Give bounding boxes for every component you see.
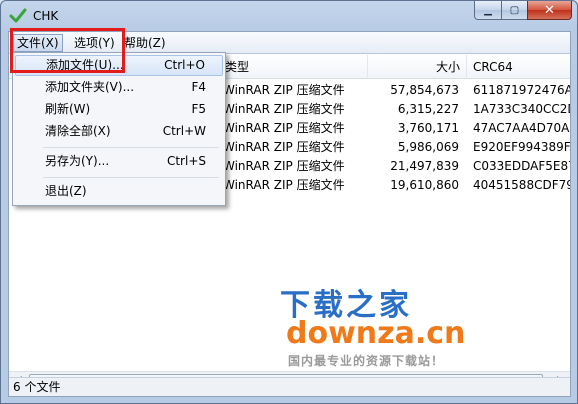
row-size: 6,315,227 [397, 102, 459, 116]
row-type: WinRAR ZIP 压缩文件 [223, 178, 345, 192]
window-controls: ▁ ▢ ✕ [474, 1, 572, 21]
close-button[interactable]: ✕ [527, 1, 572, 20]
red-highlight-box [10, 28, 125, 73]
column-size-label: 大小 [435, 60, 460, 74]
green-check-icon [9, 8, 27, 23]
close-icon: ✕ [544, 2, 555, 18]
menu-item-add-folder[interactable]: 添加文件夹(V)... F4 [15, 77, 223, 98]
menu-item-refresh[interactable]: 刷新(W) F5 [15, 99, 223, 120]
menu-item-shortcut: Ctrl+O [164, 58, 205, 72]
column-size[interactable]: 大小 [367, 55, 467, 79]
row-crc: 1A733C340CC2D6 [473, 102, 570, 116]
row-size: 19,610,860 [390, 178, 459, 192]
menu-item-exit[interactable]: 退出(Z) [15, 181, 223, 202]
title-bar[interactable]: CHK ▁ ▢ ✕ [1, 1, 577, 31]
row-size: 3,760,171 [397, 121, 459, 135]
row-crc: C033EDDAF5E877 [473, 159, 570, 173]
row-type: WinRAR ZIP 压缩文件 [223, 121, 345, 135]
menu-item-shortcut: Ctrl+W [162, 124, 206, 138]
row-size: 57,854,673 [390, 83, 459, 97]
menu-separator [43, 147, 219, 148]
row-type: WinRAR ZIP 压缩文件 [223, 83, 345, 97]
menu-item-clear-all[interactable]: 清除全部(X) Ctrl+W [15, 121, 223, 142]
window-title: CHK [33, 9, 59, 23]
minimize-button[interactable]: ▁ [474, 1, 501, 20]
maximize-icon: ▢ [509, 4, 520, 16]
watermark-domain: downza.cn [286, 316, 466, 351]
minimize-icon: ▁ [484, 4, 492, 16]
menu-item-shortcut: F5 [191, 102, 206, 116]
row-type: WinRAR ZIP 压缩文件 [223, 140, 345, 154]
row-crc: 40451588CDF79EF [473, 178, 570, 192]
row-type: WinRAR ZIP 压缩文件 [223, 102, 345, 116]
menu-item-label: 刷新(W) [45, 102, 91, 116]
menu-help[interactable]: 帮助(Z) [121, 34, 169, 52]
menu-item-shortcut: F4 [191, 80, 206, 94]
menu-item-shortcut: Ctrl+S [166, 154, 206, 168]
menu-item-label: 添加文件夹(V)... [45, 80, 135, 94]
menu-item-label: 退出(Z) [45, 184, 87, 198]
status-bar: 6 个文件 [9, 377, 570, 396]
menu-item-label: 清除全部(X) [45, 124, 111, 138]
row-size: 21,497,839 [390, 159, 459, 173]
column-crc-label: CRC64 [473, 60, 513, 74]
row-size: 5,986,069 [397, 140, 459, 154]
column-type-label: 类型 [225, 60, 250, 74]
row-type: WinRAR ZIP 压缩文件 [223, 159, 345, 173]
file-menu-dropdown: 添加文件(U)... Ctrl+O 添加文件夹(V)... F4 刷新(W) F… [12, 52, 226, 206]
menu-item-label: 另存为(Y)... [45, 154, 110, 168]
menu-item-save-as[interactable]: 另存为(Y)... Ctrl+S [15, 151, 223, 172]
row-crc: 611871972476A677 [473, 83, 570, 97]
status-text: 6 个文件 [13, 380, 61, 394]
row-crc: E920EF994389FAC [473, 140, 570, 154]
watermark-slogan: 国内最专业的资源下载站！ [288, 354, 445, 368]
menu-separator [43, 177, 219, 178]
column-crc[interactable]: CRC64 [467, 55, 570, 79]
row-crc: 47AC7AA4D70AA [473, 121, 570, 135]
maximize-button[interactable]: ▢ [501, 1, 527, 20]
